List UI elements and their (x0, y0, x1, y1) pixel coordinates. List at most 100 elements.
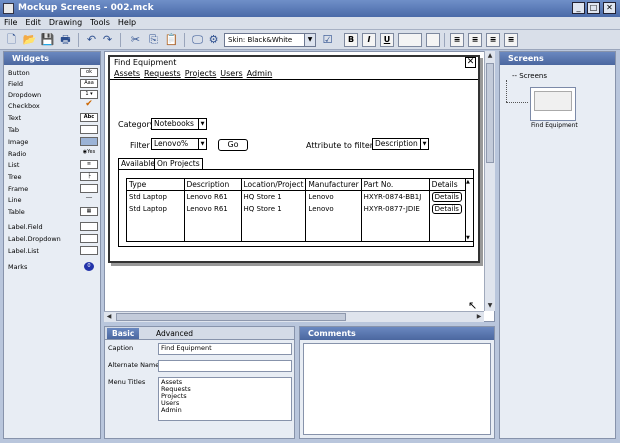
copy-icon[interactable]: ⎘ (146, 32, 161, 47)
color-picker[interactable] (398, 33, 422, 47)
font-color-button[interactable] (426, 33, 440, 47)
table-row[interactable]: Std Laptop Lenovo R61 HQ Store 1 Lenovo … (127, 203, 474, 215)
widget-frame[interactable]: Frame (8, 184, 100, 194)
widget-radio[interactable]: Radio ◉Yes (8, 149, 100, 159)
marks-icon: 0 (84, 262, 94, 271)
menu-drawing[interactable]: Drawing (45, 17, 86, 27)
widget-line[interactable]: Line ── (8, 195, 100, 205)
save-icon[interactable]: 💾 (40, 32, 55, 47)
scroll-down-icon[interactable]: ▼ (466, 235, 470, 241)
align-right-icon[interactable]: ≡ (486, 33, 500, 47)
widgets-header: Widgets (4, 52, 100, 65)
widget-tab[interactable]: Tab (8, 125, 100, 135)
widget-label-list[interactable]: Label.List (8, 246, 100, 256)
filter-label: Filter (130, 141, 150, 150)
tab-available[interactable]: Available (118, 158, 158, 169)
menu-tools[interactable]: Tools (86, 17, 114, 27)
widget-marks[interactable]: Marks 0 (8, 262, 100, 272)
open-folder-icon[interactable]: 📂 (22, 32, 37, 47)
maximize-button[interactable]: □ (587, 2, 600, 14)
filter-dropdown[interactable]: Lenovo% ▼ (151, 138, 207, 150)
preview-icon[interactable]: 🖵 (190, 32, 205, 47)
screen-thumbnail[interactable]: Find Equipment (530, 87, 578, 129)
caption-input[interactable]: Find Equipment (158, 343, 292, 355)
comments-input[interactable] (303, 343, 491, 435)
tab-basic[interactable]: Basic (107, 328, 140, 339)
justify-icon[interactable]: ≡ (504, 33, 518, 47)
undo-icon[interactable]: ↶ (84, 32, 99, 47)
screen-thumbnail-label: Find Equipment (531, 122, 578, 129)
col-manufacturer: Manufacturer (305, 179, 362, 191)
menu-titles-label: Menu Titles (108, 378, 146, 386)
chevron-down-icon: ▼ (198, 119, 206, 129)
paste-icon[interactable]: 📋 (164, 32, 179, 47)
mockup-window[interactable]: Find Equipment ✕ Assets Requests Projects U… (108, 55, 480, 263)
category-dropdown[interactable]: Notebooks ▼ (151, 118, 207, 130)
widget-button[interactable]: Button ok (8, 68, 100, 78)
screens-tree-root[interactable]: -- Screens (512, 72, 547, 80)
details-button[interactable]: Details (431, 204, 462, 214)
canvas-horizontal-scrollbar[interactable]: ◀ ▶ (104, 311, 484, 322)
menu-help[interactable]: Help (114, 17, 140, 27)
widget-tree[interactable]: Tree ├ (8, 172, 100, 182)
window-title: Mockup Screens - 002.mck (18, 3, 154, 13)
table-scrollbar[interactable]: ▲ ▼ (465, 179, 473, 241)
horizontal-scroll-thumb[interactable] (116, 313, 346, 321)
checkbox-icon: ✔ (85, 99, 93, 109)
alternate-name-input[interactable] (158, 360, 292, 372)
settings-icon[interactable]: ⚙ (206, 32, 221, 47)
underline-button[interactable]: U (380, 33, 394, 47)
tab-on-projects[interactable]: On Projects (154, 158, 203, 169)
scroll-down-icon[interactable]: ▼ (485, 301, 495, 311)
image-icon (80, 137, 98, 146)
mockup-menu-admin[interactable]: Admin (247, 69, 273, 78)
comments-panel: Comments (299, 326, 495, 439)
widget-image[interactable]: Image (8, 137, 100, 147)
scroll-left-icon[interactable]: ◀ (104, 312, 114, 322)
radio-icon: ◉Yes (82, 149, 96, 155)
checklist-icon[interactable]: ☑ (320, 32, 335, 47)
widget-checkbox[interactable]: Checkbox ✔ (8, 99, 100, 111)
widget-table[interactable]: Table ▦ (8, 207, 100, 217)
mockup-menu-projects[interactable]: Projects (185, 69, 217, 78)
skin-dropdown[interactable]: Skin: Black&White ▼ (224, 33, 316, 47)
widget-field[interactable]: Field Aaa (8, 79, 100, 89)
go-button[interactable]: Go (218, 139, 248, 151)
attribute-label: Attribute to filter (306, 141, 374, 150)
table-row[interactable]: Std Laptop Lenovo R61 HQ Store 1 Lenovo … (127, 190, 474, 203)
cut-icon[interactable]: ✂ (128, 32, 143, 47)
menu-file[interactable]: File (0, 17, 21, 27)
widget-label-dropdown[interactable]: Label.Dropdown (8, 234, 100, 244)
mockup-menu-requests[interactable]: Requests (144, 69, 181, 78)
bold-button[interactable]: B (344, 33, 358, 47)
canvas-vertical-scrollbar[interactable]: ▲ ▼ (484, 51, 495, 311)
align-center-icon[interactable]: ≡ (468, 33, 482, 47)
close-icon[interactable]: ✕ (465, 57, 476, 68)
widget-list[interactable]: List ≡ (8, 160, 100, 170)
widget-text[interactable]: Text Abc (8, 113, 100, 123)
align-left-icon[interactable]: ≡ (450, 33, 464, 47)
widget-label-field[interactable]: Label.Field (8, 222, 100, 232)
redo-icon[interactable]: ↷ (100, 32, 115, 47)
new-file-icon[interactable]: 🗋 (4, 32, 19, 47)
mockup-menu-users[interactable]: Users (220, 69, 242, 78)
scroll-up-icon[interactable]: ▲ (466, 179, 470, 185)
print-icon[interactable]: 🖶 (58, 32, 73, 47)
tab-icon (80, 125, 98, 134)
vertical-scroll-thumb[interactable] (486, 63, 494, 163)
italic-button[interactable]: I (362, 33, 376, 47)
screens-panel: Screens -- Screens Find Equipment (499, 51, 616, 439)
menu-titles-input[interactable]: Assets Requests Projects Users Admin (158, 377, 292, 421)
minimize-button[interactable]: _ (572, 2, 585, 14)
label-list-icon (80, 246, 98, 255)
scroll-right-icon[interactable]: ▶ (474, 312, 484, 322)
details-button[interactable]: Details (431, 192, 462, 202)
scroll-up-icon[interactable]: ▲ (485, 51, 495, 61)
close-button[interactable]: ✕ (603, 2, 616, 14)
menu-edit[interactable]: Edit (21, 17, 45, 27)
tab-advanced[interactable]: Advanced (151, 328, 198, 339)
line-icon: ── (85, 195, 93, 201)
tree-connector (506, 80, 507, 102)
attribute-dropdown[interactable]: Description ▼ (372, 138, 429, 150)
mockup-menu-assets[interactable]: Assets (114, 69, 140, 78)
